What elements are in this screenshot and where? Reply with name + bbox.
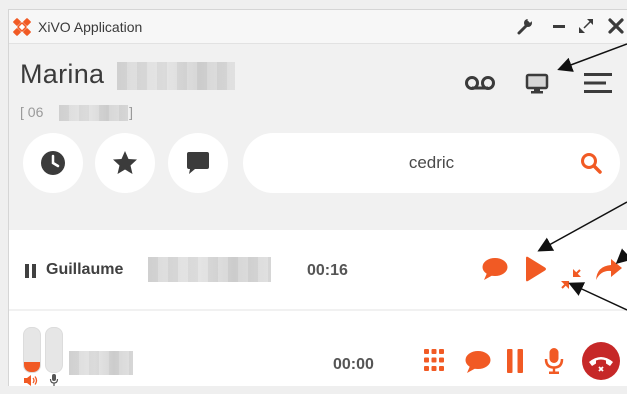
screen-icon — [525, 73, 549, 94]
search-input[interactable]: cedric — [243, 153, 620, 173]
chat-icon — [482, 258, 508, 280]
play-icon — [526, 256, 546, 282]
menu-icon — [584, 73, 612, 93]
speaker-volume-slider[interactable] — [23, 327, 41, 373]
wrench-icon — [517, 17, 533, 35]
search-box[interactable]: cedric — [243, 133, 620, 193]
menu-button[interactable] — [583, 70, 613, 101]
chat-button[interactable] — [168, 133, 228, 193]
user-name: Marina — [20, 59, 104, 90]
maximize-button[interactable] — [575, 15, 597, 37]
call-chat-button[interactable] — [464, 349, 492, 375]
compress-arrows-icon — [561, 269, 581, 289]
close-icon — [608, 18, 624, 34]
redacted-caller-surname — [148, 257, 271, 282]
pause-icon — [507, 349, 523, 373]
title-bar: XiVO Application — [9, 10, 627, 44]
star-icon — [113, 151, 137, 174]
minimize-icon — [553, 25, 565, 28]
voicemail-button[interactable] — [464, 73, 496, 98]
chat-icon — [187, 152, 209, 174]
caller-name: Guillaume — [46, 261, 124, 278]
transfer-button[interactable] — [593, 257, 623, 283]
app-window: XiVO Application Marina [06] cedric Gu… — [8, 9, 627, 386]
history-icon — [41, 151, 65, 175]
redacted-last-name — [117, 62, 235, 90]
pause-icon — [25, 264, 36, 278]
call-row-on-hold: Guillaume 00:16 — [9, 230, 627, 309]
share-arrow-icon — [596, 259, 622, 280]
speaker-volume-level — [24, 362, 40, 372]
call-chat-button[interactable] — [481, 256, 509, 282]
attended-transfer-button[interactable] — [559, 267, 583, 291]
xivo-logo-icon — [13, 18, 31, 36]
dialpad-icon — [424, 349, 444, 371]
screen-button[interactable] — [525, 72, 549, 99]
chat-icon — [465, 351, 491, 373]
microphone-small-icon — [49, 374, 59, 386]
hangup-button[interactable] — [581, 341, 621, 381]
minimize-button[interactable] — [548, 15, 570, 37]
history-button[interactable] — [23, 133, 83, 193]
mute-button[interactable] — [543, 347, 565, 375]
call-row-active: 00:00 — [9, 311, 627, 386]
search-icon[interactable] — [580, 152, 602, 174]
favorites-button[interactable] — [95, 133, 155, 193]
hold-button[interactable] — [505, 348, 525, 374]
redacted-phone-number — [59, 105, 128, 121]
microphone-icon — [544, 348, 564, 374]
close-button[interactable] — [605, 15, 627, 37]
call-timer: 00:16 — [307, 262, 348, 279]
microphone-volume-slider[interactable] — [45, 327, 63, 373]
window-title: XiVO Application — [38, 19, 143, 35]
resume-call-button[interactable] — [522, 255, 548, 283]
expand-icon — [579, 19, 593, 33]
phone-suffix: ] — [129, 104, 134, 120]
voicemail-icon — [465, 76, 495, 90]
speaker-icon — [24, 375, 38, 386]
redacted-caller-name — [69, 351, 133, 375]
settings-wrench-button[interactable] — [514, 15, 536, 37]
hangup-icon — [582, 342, 620, 380]
user-first-name: Marina — [20, 59, 105, 89]
dialpad-button[interactable] — [423, 348, 445, 372]
phone-prefix: [ 06 — [20, 104, 44, 120]
call-timer: 00:00 — [333, 356, 374, 373]
